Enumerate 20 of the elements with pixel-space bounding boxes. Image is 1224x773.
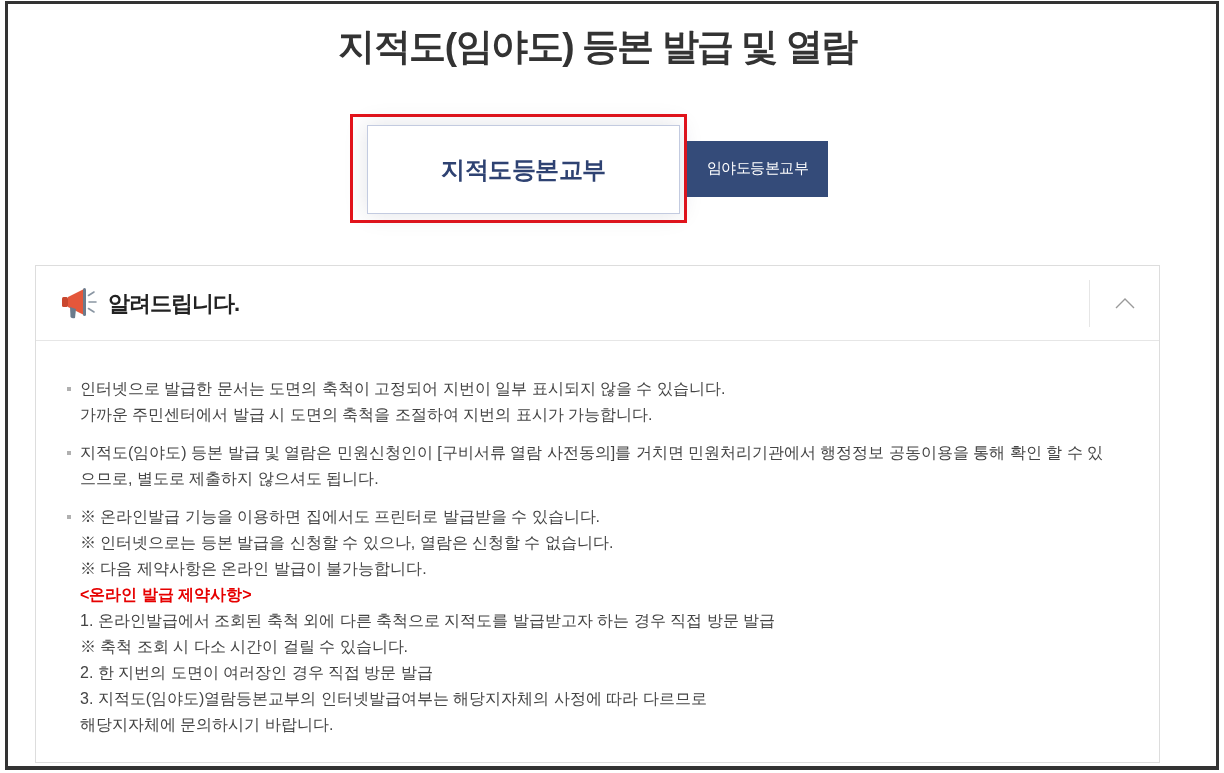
notice-text: 인터넷으로 발급한 문서는 도면의 축척이 고정되어 지번이 일부 표시되지 않을 수 있습니다. bbox=[80, 379, 726, 399]
megaphone-icon bbox=[60, 286, 98, 320]
notice-title: 알려드립니다. bbox=[108, 289, 240, 318]
notice-text: ※ 인터넷으로는 등본 발급을 신청할 수 있으나, 열람은 신청할 수 없습니다. bbox=[80, 533, 615, 553]
notice-text: ※ 온라인발급 기능을 이용하면 집에서도 프린터로 발급받을 수 있습니다. bbox=[80, 507, 601, 527]
notice-text: 2. 한 지번의 도면이 여러장인 경우 직접 방문 발급 bbox=[80, 663, 434, 683]
notice-text: 3. 지적도(임야도)열람등본교부의 인터넷발급여부는 해당지자체의 사정에 따라 다르므로 해당지자체에 문의하시기 바랍니다. bbox=[80, 689, 708, 735]
notice-text: ※ 다음 제약사항은 온라인 발급이 불가능합니다. bbox=[80, 559, 428, 579]
warning-heading: <온라인 발급 제약사항> bbox=[80, 585, 253, 605]
bullet-icon bbox=[67, 387, 71, 391]
tab[interactable]: 지적도등본교부 bbox=[367, 125, 680, 214]
notice-text: 가까운 주민센터에서 발급 시 도면의 축척을 조절하여 지번의 표시가 가능합니다. bbox=[80, 405, 654, 425]
tab[interactable]: 임야도등본교부 bbox=[687, 140, 828, 197]
bullet-icon bbox=[67, 451, 71, 455]
notice-text: 1. 온라인발급에서 조회된 축척 외에 다른 축척으로 지적도를 발급받고자 하는 경우 직접 방문 발급 bbox=[80, 611, 776, 631]
notice-text: 지적도(임야도) 등본 발급 및 열람은 민원신청인이 [구비서류 열람 사전동의]를 거치면 민원처리기관에서 행정정보 공동이용을 통해 확인 할 수 있 으므로, 별도로 제출하지 않으셔도 됩니다. bbox=[80, 443, 1104, 489]
page-title: 지적도(임야도) 등본 발급 및 열람 bbox=[337, 25, 859, 69]
bullet-icon bbox=[67, 515, 71, 519]
chevron-up-icon bbox=[1114, 297, 1135, 309]
notice-text: ※ 축척 조회 시 다소 시간이 걸릴 수 있습니다. bbox=[80, 637, 409, 657]
